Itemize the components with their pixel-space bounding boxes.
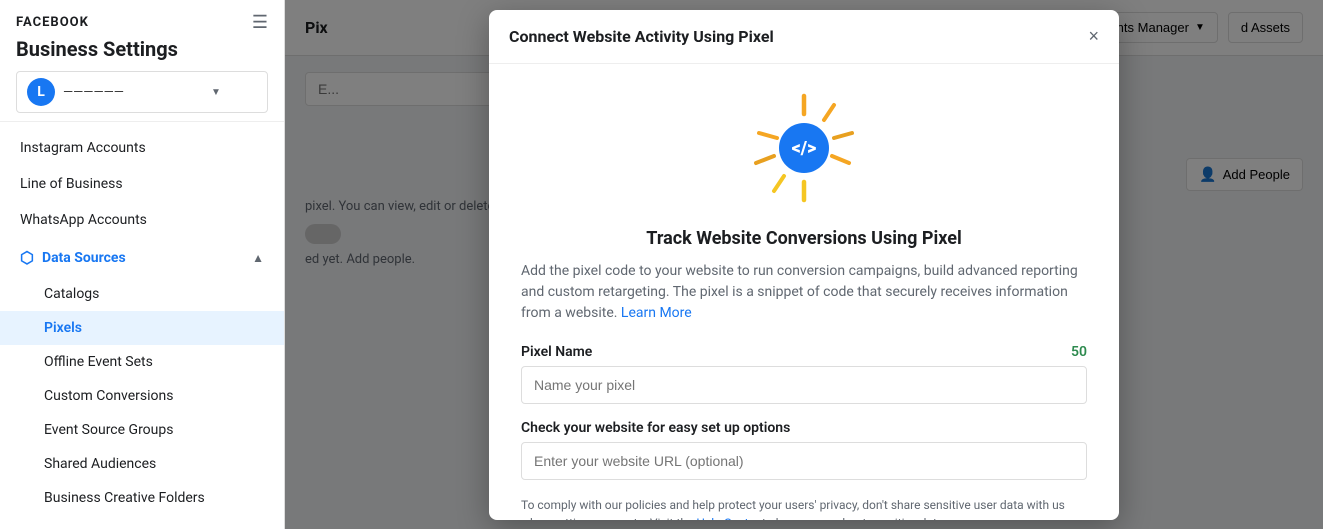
facebook-logo-text: FACEBOOK xyxy=(16,15,89,30)
pixel-icon-container: </> xyxy=(521,88,1087,208)
sidebar-item-label: Pixels xyxy=(44,320,82,336)
avatar: L xyxy=(27,78,55,106)
help-center-link[interactable]: Help Center xyxy=(696,516,759,520)
sidebar-header: FACEBOOK ☰ Business Settings L —————— ▼ xyxy=(0,0,284,122)
sidebar-item-line-of-business[interactable]: Line of Business xyxy=(0,166,284,202)
website-label: Check your website for easy set up optio… xyxy=(521,420,1087,436)
main-content: Pix 34414 Open in Events Manager ▼ d Ass… xyxy=(285,0,1323,529)
account-name: —————— xyxy=(63,85,203,100)
account-selector[interactable]: L —————— ▼ xyxy=(16,71,268,113)
chevron-down-icon: ▼ xyxy=(211,87,221,98)
sidebar-item-shared-audiences[interactable]: Shared Audiences xyxy=(0,447,284,481)
learn-more-link[interactable]: Learn More xyxy=(621,305,692,321)
sidebar: FACEBOOK ☰ Business Settings L —————— ▼ … xyxy=(0,0,285,529)
pixel-name-label: Pixel Name xyxy=(521,344,592,360)
sidebar-item-label: Shared Audiences xyxy=(44,456,156,472)
sidebar-item-label: Instagram Accounts xyxy=(20,140,146,156)
modal-title: Connect Website Activity Using Pixel xyxy=(509,27,774,46)
modal-description: Add the pixel code to your website to ru… xyxy=(521,261,1087,324)
sidebar-item-catalogs[interactable]: Catalogs xyxy=(0,277,284,311)
pixel-name-input[interactable] xyxy=(521,366,1087,404)
fb-logo: FACEBOOK ☰ xyxy=(16,12,268,33)
char-count: 50 xyxy=(1071,344,1087,360)
modal-heading: Track Website Conversions Using Pixel xyxy=(521,228,1087,249)
close-button[interactable]: × xyxy=(1088,26,1099,47)
sidebar-item-event-source-groups[interactable]: Event Source Groups xyxy=(0,413,284,447)
business-settings-title: Business Settings xyxy=(16,37,268,61)
sidebar-item-label: Catalogs xyxy=(44,286,99,302)
modal-overlay: Connect Website Activity Using Pixel × xyxy=(285,0,1323,529)
hamburger-menu-icon[interactable]: ☰ xyxy=(252,12,268,33)
sidebar-item-whatsapp-accounts[interactable]: WhatsApp Accounts xyxy=(0,202,284,238)
chevron-up-icon: ▲ xyxy=(252,251,264,265)
sidebar-item-pixels[interactable]: Pixels xyxy=(0,311,284,345)
pixel-icon: </> xyxy=(744,88,864,208)
sidebar-item-business-creative-folders[interactable]: Business Creative Folders xyxy=(0,481,284,515)
sidebar-item-label: Event Source Groups xyxy=(44,422,173,438)
data-sources-label: Data Sources xyxy=(42,250,126,266)
sidebar-item-label: Custom Conversions xyxy=(44,388,174,404)
sidebar-section-data-sources[interactable]: ⬡ Data Sources ▲ xyxy=(0,238,284,277)
sidebar-item-label: Offline Event Sets xyxy=(44,354,153,370)
modal: Connect Website Activity Using Pixel × xyxy=(489,10,1119,520)
modal-body: </> Track Website Conversions Using Pixe… xyxy=(489,64,1119,520)
sidebar-item-instagram-accounts[interactable]: Instagram Accounts xyxy=(0,130,284,166)
sidebar-item-offline-event-sets[interactable]: Offline Event Sets xyxy=(0,345,284,379)
sidebar-item-custom-conversions[interactable]: Custom Conversions xyxy=(0,379,284,413)
sidebar-item-label: Business Creative Folders xyxy=(44,490,205,506)
modal-header: Connect Website Activity Using Pixel × xyxy=(489,10,1119,64)
website-section: Check your website for easy set up optio… xyxy=(521,420,1087,480)
sidebar-item-label: Line of Business xyxy=(20,176,123,192)
modal-footer-text: To comply with our policies and help pro… xyxy=(521,496,1087,520)
code-icon: </> xyxy=(779,123,829,173)
sidebar-nav: Instagram Accounts Line of Business What… xyxy=(0,122,284,529)
data-sources-icon: ⬡ xyxy=(20,248,34,267)
pixel-name-section: Pixel Name 50 xyxy=(521,344,1087,404)
sidebar-item-label: WhatsApp Accounts xyxy=(20,212,147,228)
website-url-input[interactable] xyxy=(521,442,1087,480)
